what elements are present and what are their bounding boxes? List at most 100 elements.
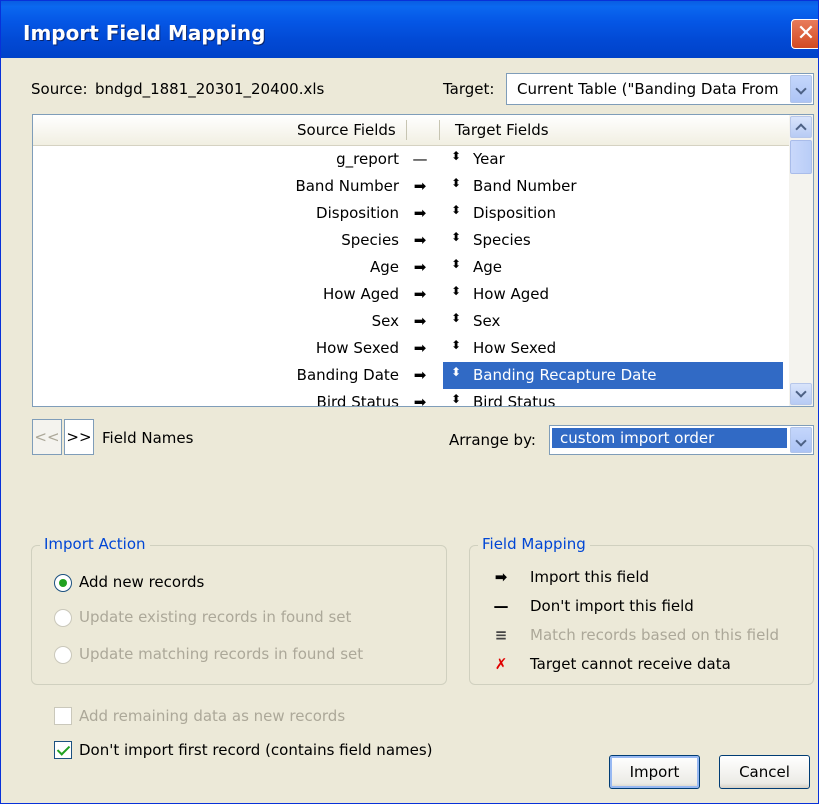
drag-handle-icon[interactable]: ⬍: [451, 203, 461, 217]
target-field: Banding Recapture Date: [473, 366, 657, 384]
import-action-radio[interactable]: [54, 574, 72, 592]
table-row[interactable]: Bird Status ➡ ⬍ Bird Status: [33, 389, 789, 407]
table-row[interactable]: How Sexed ➡ ⬍ How Sexed: [33, 335, 789, 362]
target-field-cell[interactable]: ⬍ How Sexed: [443, 335, 783, 362]
drag-handle-icon[interactable]: ⬍: [451, 149, 461, 163]
target-dropdown[interactable]: Current Table ("Banding Data From: [506, 73, 814, 105]
mapping-arrow-icon[interactable]: ➡: [408, 177, 432, 195]
import-action-label: Update existing records in found set: [79, 608, 352, 626]
target-field-cell[interactable]: ⬍ Age: [443, 254, 783, 281]
scroll-up-button[interactable]: [790, 116, 812, 138]
mapping-legend-label: Import this field: [530, 568, 650, 586]
vertical-scrollbar[interactable]: [789, 115, 813, 406]
table-row[interactable]: Age ➡ ⬍ Age: [33, 254, 789, 281]
target-field: Disposition: [473, 204, 556, 222]
mapping-legend-icon: ✗: [494, 655, 508, 673]
table-row[interactable]: How Aged ➡ ⬍ How Aged: [33, 281, 789, 308]
header-separator: [439, 120, 440, 140]
drag-handle-icon[interactable]: ⬍: [451, 365, 461, 379]
prev-record-button[interactable]: <<: [32, 419, 62, 455]
target-field-cell[interactable]: ⬍ Year: [443, 146, 783, 173]
target-field: Age: [473, 258, 503, 276]
mapping-legend-label: Target cannot receive data: [530, 655, 731, 673]
target-field: How Aged: [473, 285, 550, 303]
target-field-cell[interactable]: ⬍ Species: [443, 227, 783, 254]
source-field: Bird Status: [316, 393, 399, 407]
target-field-cell[interactable]: ⬍ Banding Recapture Date: [443, 362, 783, 389]
table-row[interactable]: g_report — ⬍ Year: [33, 146, 789, 173]
mapping-arrow-icon[interactable]: ➡: [408, 393, 432, 406]
table-row[interactable]: Disposition ➡ ⬍ Disposition: [33, 200, 789, 227]
arrange-by-value: custom import order: [552, 428, 787, 448]
mapping-arrow-icon[interactable]: ➡: [408, 366, 432, 384]
import-action-label: Update matching records in found set: [79, 645, 364, 663]
import-action-radio[interactable]: [54, 609, 72, 627]
mapping-legend-label: Match records based on this field: [530, 626, 780, 644]
import-action-legend: Import Action: [40, 535, 150, 553]
source-field: Disposition: [316, 204, 399, 222]
import-field-mapping-dialog: Import Field Mapping ✕ Source: bndgd_188…: [0, 0, 819, 804]
target-field: Sex: [473, 312, 501, 330]
source-field: Sex: [371, 312, 399, 330]
target-field: Bird Status: [473, 393, 556, 407]
title-bar[interactable]: Import Field Mapping ✕: [1, 1, 818, 58]
mapping-arrow-icon[interactable]: ➡: [408, 285, 432, 303]
mapping-arrow-icon[interactable]: ➡: [408, 231, 432, 249]
table-row[interactable]: Species ➡ ⬍ Species: [33, 227, 789, 254]
field-mapping-list[interactable]: Source Fields Target Fields g_report — ⬍ Ye…: [32, 114, 814, 407]
table-row[interactable]: Sex ➡ ⬍ Sex: [33, 308, 789, 335]
target-field-cell[interactable]: ⬍ Band Number: [443, 173, 783, 200]
field-mapping-legend: Field Mapping: [478, 535, 590, 553]
target-field: How Sexed: [473, 339, 557, 357]
header-separator: [406, 120, 407, 140]
next-record-button[interactable]: >>: [64, 419, 94, 455]
close-button[interactable]: ✕: [791, 19, 818, 49]
source-field: How Aged: [322, 285, 399, 303]
target-fields-header[interactable]: Target Fields: [455, 121, 549, 139]
table-row[interactable]: Banding Date ➡ ⬍ Banding Recapture Date: [33, 362, 789, 389]
target-label: Target:: [443, 80, 495, 98]
target-field-cell[interactable]: ⬍ Bird Status: [443, 389, 783, 407]
drag-handle-icon[interactable]: ⬍: [451, 230, 461, 244]
arrange-by-dropdown[interactable]: custom import order: [549, 425, 814, 455]
mapping-legend-icon: ➡: [494, 568, 508, 586]
field-names-label: Field Names: [102, 429, 194, 447]
drag-handle-icon[interactable]: ⬍: [451, 311, 461, 325]
scroll-thumb[interactable]: [790, 140, 812, 174]
drag-handle-icon[interactable]: ⬍: [451, 392, 461, 406]
window-title: Import Field Mapping: [23, 21, 266, 45]
table-row[interactable]: Band Number ➡ ⬍ Band Number: [33, 173, 789, 200]
source-fields-header[interactable]: Source Fields: [297, 121, 396, 139]
drag-handle-icon[interactable]: ⬍: [451, 338, 461, 352]
source-label: Source:: [31, 80, 88, 98]
mapping-arrow-icon[interactable]: —: [408, 150, 432, 168]
source-field: g_report: [336, 150, 399, 168]
source-field: Age: [369, 258, 399, 276]
mapping-arrow-icon[interactable]: ➡: [408, 312, 432, 330]
mapping-arrow-icon[interactable]: ➡: [408, 204, 432, 222]
import-action-label: Add new records: [79, 573, 205, 591]
target-field-cell[interactable]: ⬍ Sex: [443, 308, 783, 335]
target-field-cell[interactable]: ⬍ Disposition: [443, 200, 783, 227]
drag-handle-icon[interactable]: ⬍: [451, 176, 461, 190]
mapping-arrow-icon[interactable]: ➡: [408, 258, 432, 276]
add-remaining-checkbox[interactable]: [54, 707, 72, 725]
drag-handle-icon[interactable]: ⬍: [451, 284, 461, 298]
mapping-arrow-icon[interactable]: ➡: [408, 339, 432, 357]
target-field: Species: [473, 231, 531, 249]
target-field-cell[interactable]: ⬍ How Aged: [443, 281, 783, 308]
mapping-legend-label: Don't import this field: [530, 597, 694, 615]
chevron-down-icon[interactable]: [790, 427, 812, 453]
list-header: Source Fields Target Fields: [33, 115, 789, 146]
scroll-down-button[interactable]: [790, 383, 812, 405]
dont-import-first-checkbox[interactable]: [54, 741, 72, 759]
cancel-button[interactable]: Cancel: [719, 755, 810, 789]
chevron-down-icon[interactable]: [790, 75, 812, 103]
source-filename: bndgd_1881_20301_20400.xls: [95, 80, 325, 98]
drag-handle-icon[interactable]: ⬍: [451, 257, 461, 271]
arrange-by-label: Arrange by:: [449, 431, 536, 449]
import-action-radio[interactable]: [54, 646, 72, 664]
mapping-legend-icon: —: [493, 597, 509, 615]
mapping-legend-icon: ≡: [494, 626, 508, 644]
import-button[interactable]: Import: [609, 755, 700, 789]
